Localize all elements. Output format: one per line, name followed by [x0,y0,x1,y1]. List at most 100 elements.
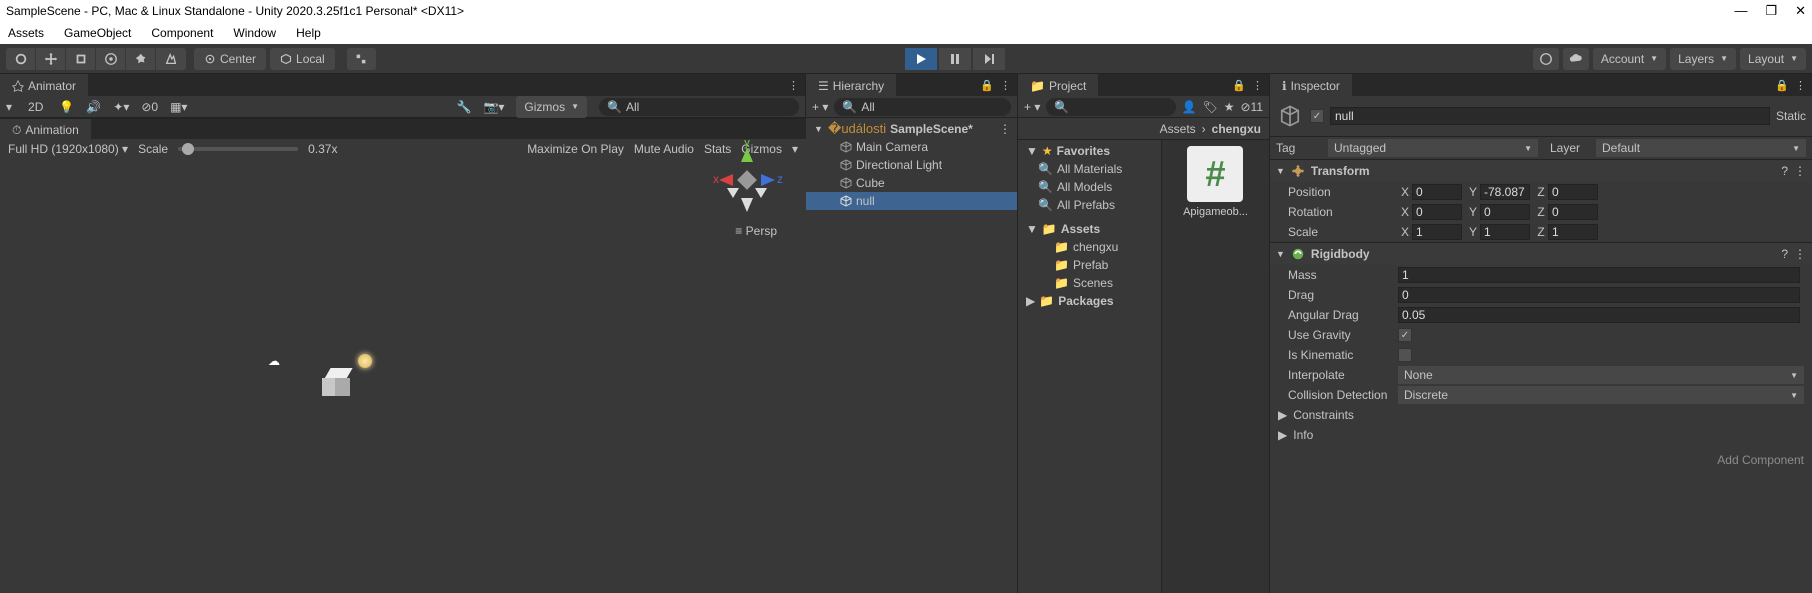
collision-dropdown[interactable]: Discrete [1398,386,1804,404]
help-icon[interactable]: ? [1781,164,1788,178]
create-dropdown[interactable]: + ▾ [812,100,828,114]
proj-lock-icon[interactable]: 🔒 [1232,79,1246,92]
step-button[interactable] [973,48,1005,70]
hierarchy-search[interactable]: 🔍 All [834,98,1011,116]
proj-create-dropdown[interactable]: + ▾ [1024,100,1040,114]
proj-menu-icon[interactable]: ⋮ [1252,79,1263,92]
info-foldout[interactable]: ▶Info [1270,425,1812,445]
menu-help[interactable]: Help [296,26,321,40]
rot-y-input[interactable] [1480,204,1530,220]
gizmos-dropdown[interactable]: Gizmos [516,96,587,118]
rotation-local-button[interactable]: Local [270,48,335,70]
comp-menu-icon[interactable]: ⋮ [1794,164,1806,178]
snap-icon[interactable] [347,48,377,70]
add-component-button[interactable]: Add Component [1717,453,1804,467]
lighting-icon[interactable]: 💡 [59,100,74,114]
tab-project[interactable]: 📁 Project [1018,74,1098,96]
static-label[interactable]: Static [1776,109,1806,123]
pos-y-input[interactable] [1480,184,1530,200]
rotate-tool-icon[interactable] [66,48,96,70]
project-search[interactable]: 🔍 [1046,98,1175,116]
transform-header[interactable]: ▼ Transform ?⋮ [1270,160,1812,182]
scene-search[interactable]: 🔍 All [599,98,799,116]
menu-window[interactable]: Window [233,26,276,40]
hier-lock-icon[interactable]: 🔒 [980,79,994,92]
hier-menu-icon[interactable]: ⋮ [1000,79,1011,92]
pos-z-input[interactable] [1548,184,1598,200]
scale-slider[interactable] [178,147,298,151]
tab-inspector[interactable]: ℹ Inspector [1270,74,1352,96]
hidden-icon[interactable]: ⊘0 [141,100,158,114]
layer-dropdown[interactable]: Default [1596,139,1806,157]
layers-dropdown[interactable]: Layers [1670,48,1736,70]
close-icon[interactable]: ✕ [1795,3,1806,19]
scale-x-input[interactable] [1412,224,1462,240]
interpolate-dropdown[interactable]: None [1398,366,1804,384]
hierarchy-item[interactable]: Cube [806,174,1017,192]
hidden-count[interactable]: ⊘11 [1240,100,1263,114]
maximize-icon[interactable]: ❐ [1765,3,1777,19]
rot-z-input[interactable] [1548,204,1598,220]
cloud-icon[interactable] [1563,48,1589,70]
tag-dropdown[interactable]: Untagged [1328,139,1538,157]
comp-menu-icon[interactable]: ⋮ [1794,247,1806,261]
filter-tag-icon[interactable]: 🏷 [1202,100,1217,114]
crumb-assets[interactable]: Assets [1160,122,1196,136]
folder-item[interactable]: 📁chengxu [1018,238,1161,256]
scale-y-input[interactable] [1480,224,1530,240]
minimize-icon[interactable]: — [1734,3,1747,19]
object-name-input[interactable] [1330,107,1770,125]
layout-dropdown[interactable]: Layout [1740,48,1806,70]
audio-icon[interactable]: 🔊 [86,100,101,114]
favorites-root[interactable]: ▼★Favorites [1018,142,1161,160]
hierarchy-item-selected[interactable]: null [806,192,1017,210]
account-dropdown[interactable]: Account [1593,48,1666,70]
2d-toggle[interactable]: 2D [28,100,43,114]
assets-root[interactable]: ▼📁Assets [1018,220,1161,238]
cube-object[interactable] [322,370,350,398]
insp-menu-icon[interactable]: ⋮ [1795,79,1806,92]
packages-root[interactable]: ▶📁Packages [1018,292,1161,310]
mass-input[interactable] [1398,267,1800,283]
transform-tool-icon[interactable] [156,48,186,70]
scale-z-input[interactable] [1548,224,1598,240]
rect-tool-icon[interactable] [126,48,156,70]
drag-input[interactable] [1398,287,1800,303]
asset-thumbnail[interactable]: # [1187,146,1243,202]
fav-item[interactable]: 🔍 All Models [1018,178,1161,196]
fav-item[interactable]: 🔍 All Prefabs [1018,196,1161,214]
shading-dropdown[interactable]: ▾ [6,100,12,114]
maximize-toggle[interactable]: Maximize On Play [527,142,624,156]
crumb-folder[interactable]: chengxu [1212,122,1261,136]
gravity-checkbox[interactable]: ✓ [1398,328,1412,342]
perspective-label[interactable]: ≡ Persp [735,224,777,238]
mute-toggle[interactable]: Mute Audio [634,142,694,156]
scale-tool-icon[interactable] [96,48,126,70]
hierarchy-item[interactable]: Main Camera [806,138,1017,156]
angular-drag-input[interactable] [1398,307,1800,323]
folder-item[interactable]: 📁Scenes [1018,274,1161,292]
scene-root[interactable]: ▼�událostiSampleScene*⋮ [806,120,1017,138]
tab-animator[interactable]: Animator [0,74,88,96]
hierarchy-item[interactable]: Directional Light [806,156,1017,174]
camera-icon[interactable]: 📷▾ [483,100,504,114]
play-button[interactable] [905,48,937,70]
pivot-center-button[interactable]: Center [194,48,266,70]
menu-component[interactable]: Component [151,26,213,40]
fx-icon[interactable]: ✦▾ [113,100,129,114]
resolution-dropdown[interactable]: Full HD (1920x1080) ▾ [8,142,128,156]
pause-button[interactable] [939,48,971,70]
tab-hierarchy[interactable]: ☰ Hierarchy [806,74,896,96]
active-checkbox[interactable]: ✓ [1310,109,1324,123]
filter-icon[interactable]: 👤 [1182,100,1197,114]
grid-icon[interactable]: ▦▾ [170,100,187,114]
orientation-gizmo[interactable]: y x z [707,140,787,220]
collab-icon[interactable] [1533,48,1559,70]
menu-assets[interactable]: Assets [8,26,44,40]
tab-animation[interactable]: ⏱ Animation [0,119,91,139]
menu-gameobject[interactable]: GameObject [64,26,131,40]
rigidbody-header[interactable]: ▼ Rigidbody ?⋮ [1270,243,1812,265]
kinematic-checkbox[interactable] [1398,348,1412,362]
folder-item[interactable]: 📁Prefab [1018,256,1161,274]
pos-x-input[interactable] [1412,184,1462,200]
